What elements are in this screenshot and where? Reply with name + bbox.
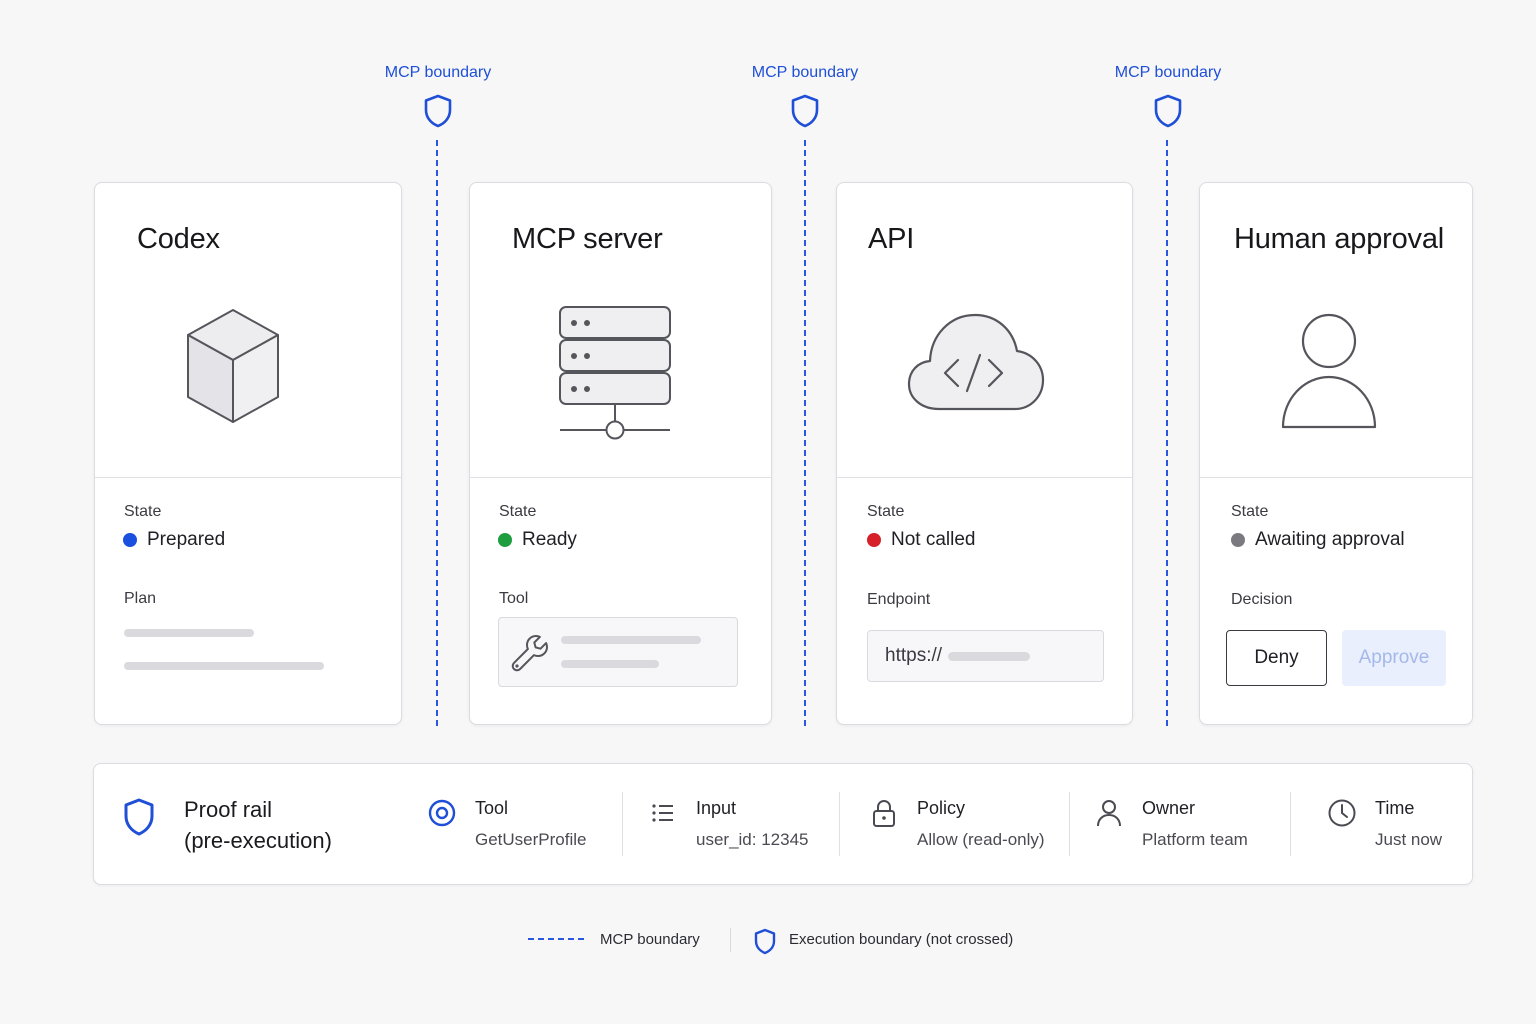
state-value: Ready	[522, 529, 577, 550]
cloud-code-icon	[907, 313, 1045, 411]
legend-separator	[730, 928, 731, 952]
card-title: Codex	[137, 223, 220, 255]
state-row: Not called	[867, 529, 976, 551]
rail-item-label: Tool	[475, 798, 509, 818]
proof-rail-title-line2: (pre-execution)	[184, 828, 332, 853]
proof-rail-title: Proof rail (pre-execution)	[184, 794, 332, 856]
tool-placeholder-line	[561, 660, 659, 668]
rail-separator	[622, 792, 623, 856]
rail-item-label: Time	[1375, 798, 1415, 818]
codex-card: Codex State Prepared Plan	[94, 182, 402, 725]
state-label: State	[1231, 503, 1269, 520]
state-dot	[123, 533, 137, 547]
boundary-line-1	[436, 140, 438, 726]
lock-icon	[873, 799, 895, 827]
state-label: State	[124, 503, 162, 520]
shield-icon	[424, 94, 452, 128]
server-icon	[559, 306, 671, 440]
shield-icon	[754, 928, 776, 955]
human-approval-card: Human approval State Awaiting approval D…	[1199, 182, 1473, 725]
tool-box	[498, 617, 738, 687]
legend: MCP boundary Execution boundary (not cro…	[0, 928, 1536, 958]
state-row: Ready	[498, 529, 577, 551]
wrench-icon	[511, 635, 548, 672]
rail-item-value: Allow (read-only)	[917, 830, 1045, 849]
legend-boundary-label: MCP boundary	[600, 931, 700, 948]
endpoint-placeholder-line	[948, 651, 1031, 661]
card-details: State Ready Tool	[498, 477, 743, 724]
endpoint-prefix: https://	[885, 645, 943, 666]
boundary-line-3	[1166, 140, 1168, 726]
endpoint-field: https://	[867, 630, 1104, 682]
legend-execution-label: Execution boundary (not crossed)	[789, 931, 1014, 948]
plan-placeholder-line	[124, 662, 324, 670]
rail-item-value: GetUserProfile	[475, 830, 587, 849]
rail-separator	[1069, 792, 1070, 856]
proof-rail: Proof rail (pre-execution) Tool GetUserP…	[93, 763, 1473, 885]
plan-placeholder-line	[124, 629, 254, 637]
endpoint-label: Endpoint	[867, 591, 931, 608]
shield-icon	[791, 94, 819, 128]
plan-label: Plan	[124, 590, 157, 607]
tool-placeholder-line	[561, 636, 701, 644]
state-dot	[1231, 533, 1245, 547]
rail-item-value: user_id: 12345	[696, 830, 809, 849]
state-dot	[867, 533, 881, 547]
card-details: State Awaiting approval Decision Deny Ap…	[1226, 477, 1446, 724]
clock-icon	[1328, 799, 1356, 827]
state-row: Awaiting approval	[1231, 529, 1405, 551]
boundary-line-2	[804, 140, 806, 726]
state-value: Not called	[891, 529, 976, 550]
decision-label: Decision	[1231, 591, 1293, 608]
state-dot	[498, 533, 512, 547]
rail-item-value: Just now	[1375, 830, 1443, 849]
rail-item-label: Input	[696, 798, 737, 818]
card-details: State Not called Endpoint https://	[865, 477, 1104, 724]
dashed-line-icon	[528, 938, 584, 940]
rail-separator	[839, 792, 840, 856]
state-label: State	[867, 503, 905, 520]
state-value: Prepared	[147, 529, 226, 550]
list-icon	[652, 804, 673, 822]
state-row: Prepared	[123, 529, 225, 551]
user-icon	[1281, 313, 1377, 429]
mcp-server-card: MCP server State Ready Tool	[469, 182, 772, 725]
api-card: API State Not called Endpoint https://	[836, 182, 1133, 725]
shield-icon	[1154, 94, 1182, 128]
deny-button[interactable]: Deny	[1226, 630, 1327, 686]
card-title: Human approval	[1234, 223, 1444, 255]
shield-icon	[124, 798, 154, 836]
rail-item-value: Platform team	[1142, 830, 1248, 849]
person-icon	[1097, 800, 1121, 827]
rail-item-label: Owner	[1142, 798, 1196, 818]
cube-icon	[187, 309, 279, 423]
state-value: Awaiting approval	[1255, 529, 1405, 550]
card-title: MCP server	[512, 223, 663, 255]
proof-rail-title-line1: Proof rail	[184, 797, 273, 822]
tool-label: Tool	[499, 590, 529, 607]
boundary-label-2: MCP boundary	[751, 64, 859, 81]
target-icon	[428, 799, 456, 827]
boundary-label-1: MCP boundary	[384, 64, 492, 81]
approve-button[interactable]: Approve	[1342, 630, 1446, 686]
state-label: State	[499, 503, 537, 520]
rail-separator	[1290, 792, 1291, 856]
boundary-label-3: MCP boundary	[1114, 64, 1222, 81]
card-title: API	[868, 223, 915, 255]
card-details: State Prepared Plan	[123, 477, 373, 724]
rail-item-label: Policy	[917, 798, 966, 818]
